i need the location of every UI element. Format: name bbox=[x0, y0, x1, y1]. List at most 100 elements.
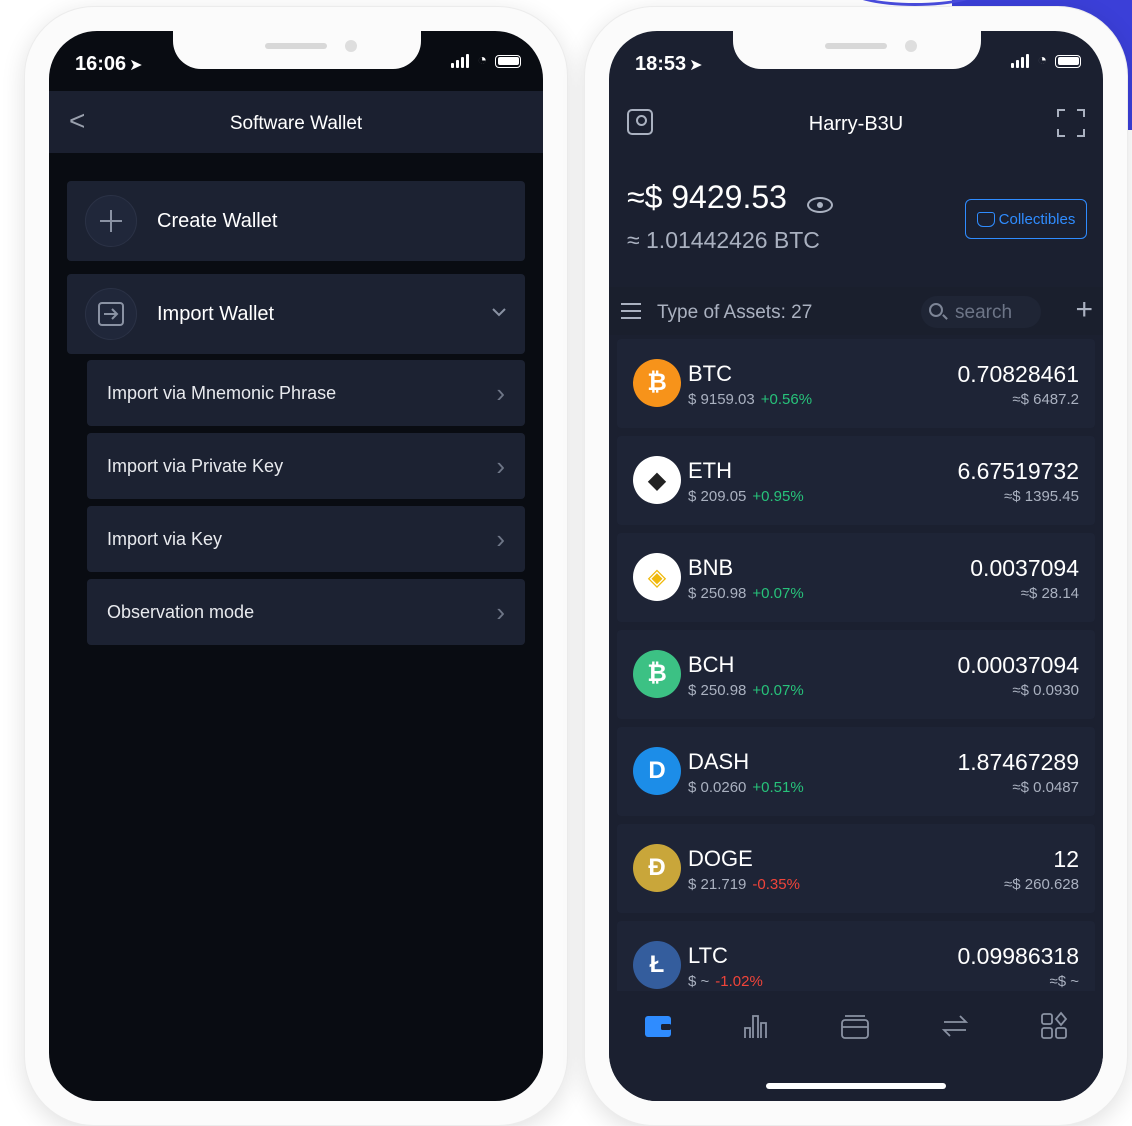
cards-icon[interactable] bbox=[840, 1011, 870, 1041]
asset-price-line: $ 0.0260 +0.51% bbox=[688, 779, 804, 796]
eth-coin-icon: ◆ bbox=[633, 456, 681, 504]
asset-type-count: Type of Assets: 27 bbox=[657, 302, 813, 323]
bnb-coin-icon: ◈ bbox=[633, 553, 681, 601]
location-arrow-icon: ➤ bbox=[689, 57, 703, 74]
asset-change: -1.02% bbox=[715, 973, 763, 990]
asset-price-line: $ ~ -1.02% bbox=[688, 973, 763, 990]
asset-row-bch[interactable]: ₿ BCH $ 250.98 +0.07% 0.00037094 ≈$ 0.093… bbox=[617, 630, 1095, 719]
search-icon bbox=[929, 303, 943, 317]
plus-icon bbox=[85, 195, 137, 247]
asset-symbol: LTC bbox=[688, 943, 728, 968]
asset-value: ≈$ 0.0930 bbox=[1012, 682, 1079, 699]
observation-mode-option[interactable]: Observation mode › bbox=[87, 579, 525, 645]
asset-row-dash[interactable]: D DASH $ 0.0260 +0.51% 1.87467289 ≈$ 0.04… bbox=[617, 727, 1095, 816]
page-title: Software Wallet bbox=[229, 113, 363, 134]
apps-icon[interactable] bbox=[1039, 1011, 1069, 1041]
import-key-option[interactable]: Import via Key › bbox=[87, 506, 525, 572]
asset-change: +0.07% bbox=[752, 585, 804, 602]
asset-price: $ 21.719 bbox=[688, 876, 747, 893]
tab-bar bbox=[609, 991, 1103, 1101]
wallet-name[interactable]: Harry-B3U bbox=[609, 113, 1103, 136]
add-asset-icon[interactable]: + bbox=[1075, 295, 1093, 325]
asset-value: ≈$ 0.0487 bbox=[1012, 779, 1079, 796]
bch-coin-icon: ₿ bbox=[633, 650, 681, 698]
total-balance-btc: ≈ 1.01442426 BTC bbox=[627, 227, 820, 253]
asset-quantity: 0.70828461 bbox=[957, 361, 1079, 387]
asset-row-bnb[interactable]: ◈ BNB $ 250.98 +0.07% 0.0037094 ≈$ 28.14 bbox=[617, 533, 1095, 622]
asset-value: ≈$ ~ bbox=[1049, 973, 1079, 990]
home-indicator bbox=[766, 1083, 946, 1089]
cellular-signal-icon bbox=[451, 54, 470, 68]
asset-price-line: $ 9159.03 +0.56% bbox=[688, 391, 812, 408]
asset-price: $ ~ bbox=[688, 973, 710, 990]
doge-coin-icon: Ð bbox=[633, 844, 681, 892]
asset-quantity: 1.87467289 bbox=[957, 749, 1079, 775]
time-text: 16:06 bbox=[75, 53, 127, 75]
search-input[interactable]: search bbox=[921, 296, 1041, 328]
asset-price-line: $ 250.98 +0.07% bbox=[688, 682, 804, 699]
btc-coin-icon: ₿ bbox=[633, 359, 681, 407]
collectibles-button[interactable]: Collectibles bbox=[965, 199, 1087, 239]
create-wallet-label: Create Wallet bbox=[157, 210, 278, 232]
asset-value: ≈$ 6487.2 bbox=[1012, 391, 1079, 408]
asset-quantity: 12 bbox=[1053, 846, 1079, 872]
option-label: Import via Mnemonic Phrase bbox=[107, 383, 337, 403]
swap-icon[interactable] bbox=[940, 1011, 970, 1041]
asset-value: ≈$ 28.14 bbox=[1020, 585, 1079, 602]
notch bbox=[173, 31, 421, 69]
create-wallet-button[interactable]: Create Wallet bbox=[67, 181, 525, 261]
camera bbox=[345, 40, 357, 52]
asset-price: $ 250.98 bbox=[688, 682, 747, 699]
search-placeholder: search bbox=[955, 302, 1013, 323]
import-wallet-label: Import Wallet bbox=[157, 303, 275, 325]
asset-quantity: 6.67519732 bbox=[957, 458, 1079, 484]
asset-symbol: BNB bbox=[688, 555, 734, 580]
asset-row-doge[interactable]: Ð DOGE $ 21.719 -0.35% 12 ≈$ 260.628 bbox=[617, 824, 1095, 913]
asset-price-line: $ 209.05 +0.95% bbox=[688, 488, 804, 505]
asset-row-eth[interactable]: ◆ ETH $ 209.05 +0.95% 6.67519732 ≈$ 1395.… bbox=[617, 436, 1095, 525]
asset-value: ≈$ 260.628 bbox=[1004, 876, 1079, 893]
wallet-icon[interactable] bbox=[643, 1011, 673, 1041]
list-icon[interactable] bbox=[621, 303, 641, 319]
asset-row-btc[interactable]: ₿ BTC $ 9159.03 +0.56% 0.70828461 ≈$ 6487… bbox=[617, 339, 1095, 428]
status-time: 16:06 ➤ bbox=[75, 53, 143, 76]
status-icons: ◔ bbox=[451, 53, 521, 69]
option-label: Import via Private Key bbox=[107, 456, 284, 476]
import-icon bbox=[85, 288, 137, 340]
asset-price: $ 209.05 bbox=[688, 488, 747, 505]
chevron-right-icon: › bbox=[496, 524, 505, 554]
stage: 16:06 ➤ ◔ < Software Wallet Create Wallet bbox=[0, 0, 1132, 1126]
scan-icon[interactable] bbox=[1057, 109, 1085, 137]
import-private-key-option[interactable]: Import via Private Key › bbox=[87, 433, 525, 499]
asset-change: +0.51% bbox=[752, 779, 804, 796]
asset-price-line: $ 250.98 +0.07% bbox=[688, 585, 804, 602]
status-time: 18:53 ➤ bbox=[635, 53, 703, 76]
asset-quantity: 0.0037094 bbox=[970, 555, 1079, 581]
import-wallet-button[interactable]: Import Wallet bbox=[67, 274, 525, 354]
asset-change: +0.07% bbox=[752, 682, 804, 699]
asset-quantity: 0.09986318 bbox=[957, 943, 1079, 969]
option-label: Import via Key bbox=[107, 529, 223, 549]
asset-value: ≈$ 1395.45 bbox=[1004, 488, 1079, 505]
asset-symbol: BTC bbox=[688, 361, 732, 386]
import-mnemonic-option[interactable]: Import via Mnemonic Phrase › bbox=[87, 360, 525, 426]
nav-bar: < Software Wallet bbox=[49, 91, 543, 153]
asset-symbol: BCH bbox=[688, 652, 735, 677]
dash-coin-icon: D bbox=[633, 747, 681, 795]
notch bbox=[733, 31, 981, 69]
chevron-right-icon: › bbox=[496, 378, 505, 408]
phone-wallet-home: 18:53 ➤ ◔ Harry-B3U ≈$ 9429.53 ≈ 1.01442… bbox=[584, 6, 1128, 1126]
collectibles-icon bbox=[976, 211, 995, 227]
battery-icon bbox=[495, 54, 521, 68]
asset-change: -0.35% bbox=[752, 876, 800, 893]
wifi-icon: ◔ bbox=[1037, 52, 1047, 69]
asset-price: $ 250.98 bbox=[688, 585, 747, 602]
total-balance-usd: ≈$ 9429.53 bbox=[627, 179, 787, 215]
cellular-signal-icon bbox=[1011, 54, 1030, 68]
option-label: Observation mode bbox=[107, 602, 255, 622]
ltc-coin-icon: Ł bbox=[633, 941, 681, 989]
asset-change: +0.56% bbox=[760, 391, 813, 408]
asset-quantity: 0.00037094 bbox=[957, 652, 1079, 678]
eye-icon[interactable] bbox=[807, 197, 833, 213]
chart-icon[interactable] bbox=[741, 1011, 771, 1041]
